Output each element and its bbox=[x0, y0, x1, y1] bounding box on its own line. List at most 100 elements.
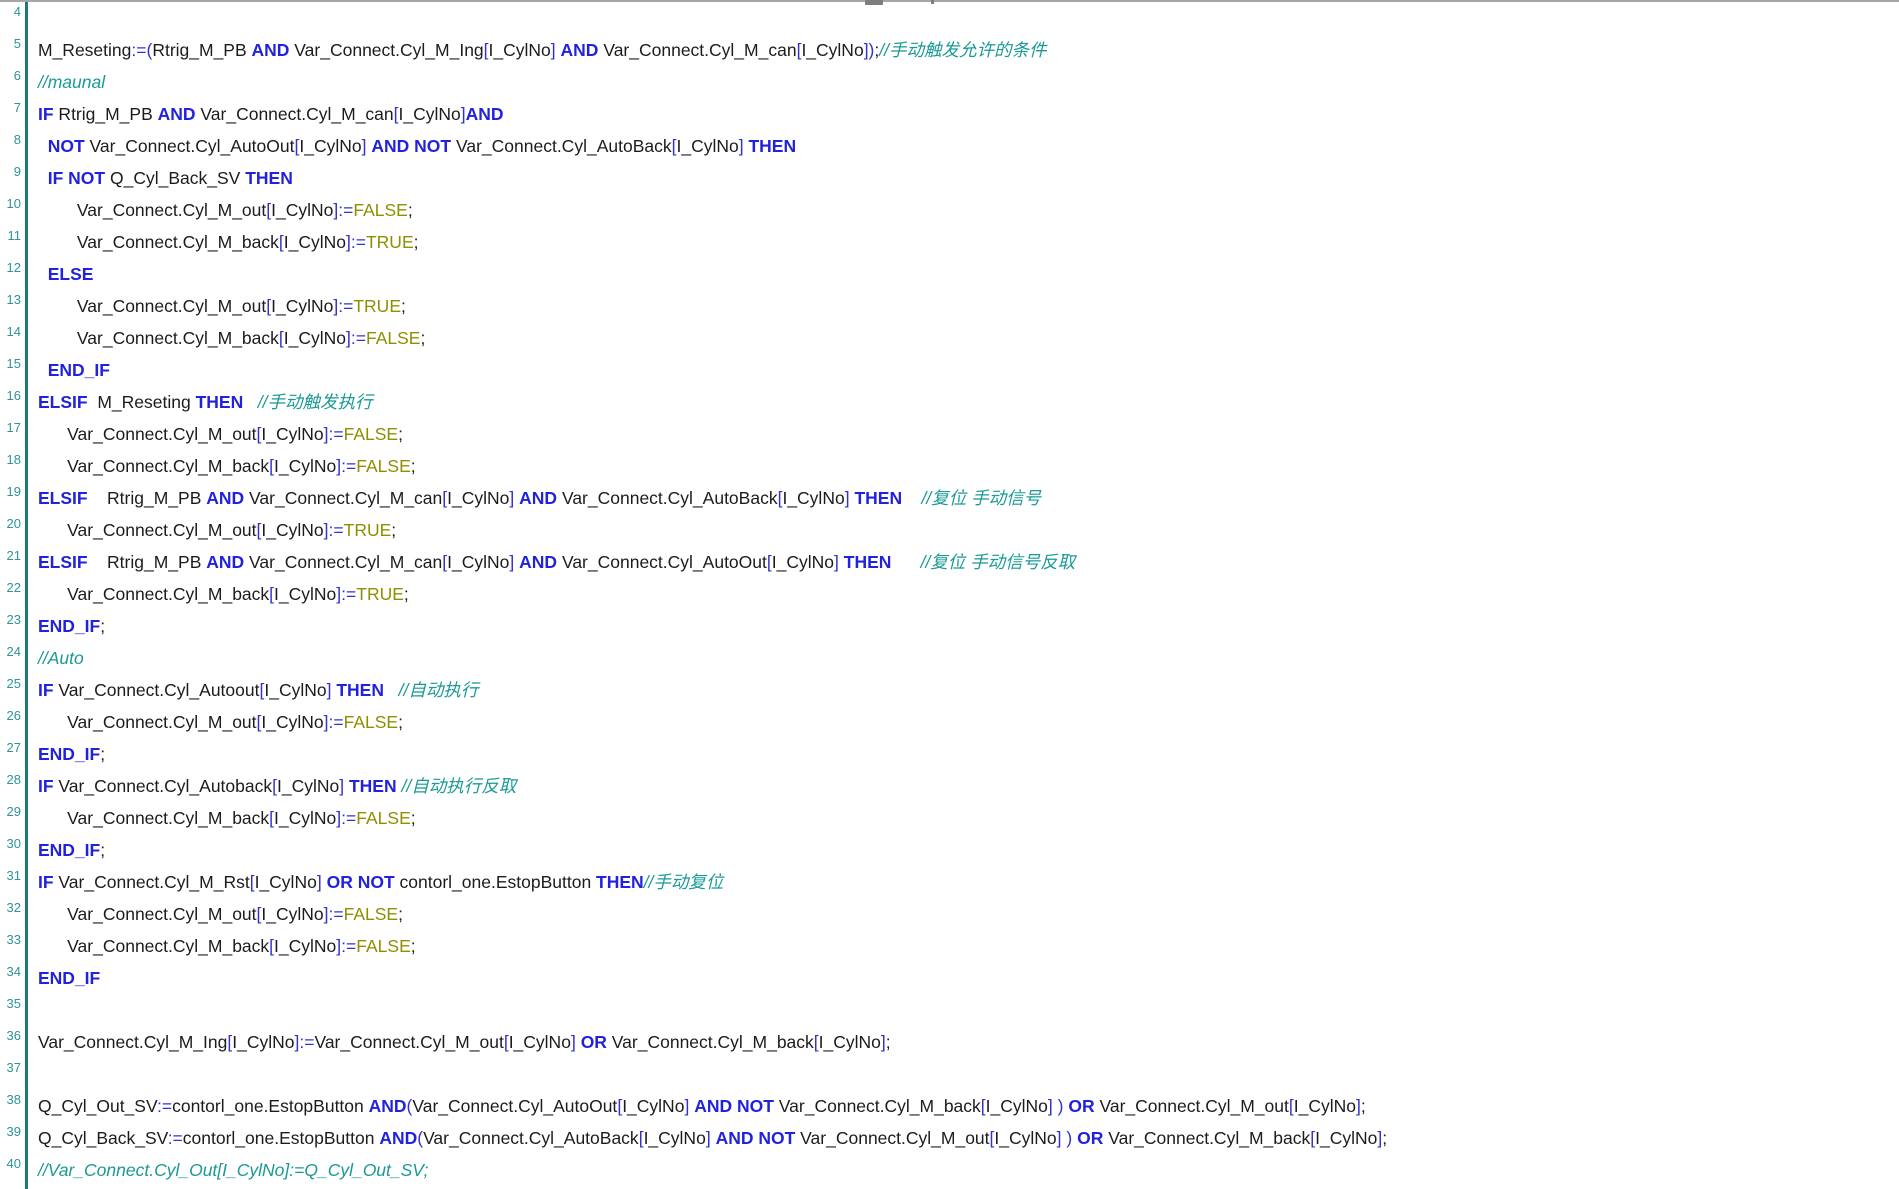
code-text: IF Var_Connect.Cyl_Autoout[I_CylNo] THEN… bbox=[38, 674, 1899, 706]
code-line-27[interactable]: 27END_IF; bbox=[0, 738, 1899, 770]
code-text: Var_Connect.Cyl_M_back[I_CylNo]:=FALSE; bbox=[38, 322, 1899, 354]
token-keyword: ELSIF bbox=[38, 552, 88, 572]
code-line-31[interactable]: 31IF Var_Connect.Cyl_M_Rst[I_CylNo] OR N… bbox=[0, 866, 1899, 898]
token-plain: M_Reseting bbox=[38, 40, 131, 60]
code-text: Q_Cyl_Back_SV:=contorl_one.EstopButton A… bbox=[38, 1122, 1899, 1154]
code-line-19[interactable]: 19ELSIF Rtrig_M_PB AND Var_Connect.Cyl_M… bbox=[0, 482, 1899, 514]
code-line-13[interactable]: 13 Var_Connect.Cyl_M_out[I_CylNo]:=TRUE; bbox=[0, 290, 1899, 322]
token-operator: := bbox=[341, 584, 356, 604]
line-number: 8 bbox=[0, 132, 21, 147]
token-plain: ; bbox=[398, 712, 403, 732]
token-operator: := bbox=[329, 520, 344, 540]
line-number: 21 bbox=[0, 548, 21, 563]
line-number: 11 bbox=[0, 228, 21, 243]
line-number: 27 bbox=[0, 740, 21, 755]
code-line-38[interactable]: 38Q_Cyl_Out_SV:=contorl_one.EstopButton … bbox=[0, 1090, 1899, 1122]
token-keyword: OR bbox=[1068, 1096, 1094, 1116]
token-plain: Var_Connect.Cyl_M_Rst bbox=[54, 872, 250, 892]
token-plain: I_CylNo bbox=[509, 1032, 571, 1052]
token-keyword: AND bbox=[371, 136, 409, 156]
token-plain: I_CylNo bbox=[801, 40, 863, 60]
token-plain: I_CylNo bbox=[299, 136, 361, 156]
code-line-15[interactable]: 15 END_IF bbox=[0, 354, 1899, 386]
token-plain: Var_Connect.Cyl_M_out bbox=[38, 520, 257, 540]
code-line-40[interactable]: 40 //Var_Connect.Cyl_Out[I_CylNo]:=Q_Cyl_… bbox=[0, 1154, 1899, 1186]
token-plain: Var_Connect.Cyl_M_back bbox=[38, 456, 269, 476]
line-number: 26 bbox=[0, 708, 21, 723]
line-number: 22 bbox=[0, 580, 21, 595]
code-line-23[interactable]: 23END_IF; bbox=[0, 610, 1899, 642]
token-plain: ; bbox=[401, 296, 406, 316]
st-code-editor: 4 5M_Reseting:=(Rtrig_M_PB AND Var_Connec… bbox=[0, 0, 1899, 1189]
token-plain: Q_Cyl_Out_SV bbox=[38, 1096, 157, 1116]
code-line-35[interactable]: 35 bbox=[0, 994, 1899, 1026]
code-line-22[interactable]: 22 Var_Connect.Cyl_M_back[I_CylNo]:=TRUE… bbox=[0, 578, 1899, 610]
code-line-4[interactable]: 4 bbox=[0, 2, 1899, 34]
code-text: Var_Connect.Cyl_M_out[I_CylNo]:=FALSE; bbox=[38, 706, 1899, 738]
token-plain: I_CylNo bbox=[284, 328, 346, 348]
token-plain: Rtrig_M_PB bbox=[152, 40, 251, 60]
token-bool-literal: FALSE bbox=[366, 328, 420, 348]
code-text: Var_Connect.Cyl_M_back[I_CylNo]:=TRUE; bbox=[38, 578, 1899, 610]
token-plain: ; bbox=[411, 936, 416, 956]
token-operator: := bbox=[341, 808, 356, 828]
line-number: 40 bbox=[0, 1156, 21, 1171]
code-line-16[interactable]: 16ELSIF M_Reseting THEN //手动触发执行 bbox=[0, 386, 1899, 418]
code-line-11[interactable]: 11 Var_Connect.Cyl_M_back[I_CylNo]:=TRUE… bbox=[0, 226, 1899, 258]
token-operator: := bbox=[168, 1128, 183, 1148]
code-line-5[interactable]: 5M_Reseting:=(Rtrig_M_PB AND Var_Connect… bbox=[0, 34, 1899, 66]
token-keyword: IF bbox=[48, 168, 64, 188]
code-line-12[interactable]: 12 ELSE bbox=[0, 258, 1899, 290]
token-keyword: OR bbox=[327, 872, 353, 892]
code-text: NOT Var_Connect.Cyl_AutoOut[I_CylNo] AND… bbox=[38, 130, 1899, 162]
code-line-33[interactable]: 33 Var_Connect.Cyl_M_back[I_CylNo]:=FALS… bbox=[0, 930, 1899, 962]
line-number: 4 bbox=[0, 4, 21, 19]
code-text: Q_Cyl_Out_SV:=contorl_one.EstopButton AN… bbox=[38, 1090, 1899, 1122]
token-operator: ]) bbox=[864, 40, 875, 60]
line-number: 39 bbox=[0, 1124, 21, 1139]
token-bool-literal: FALSE bbox=[353, 200, 407, 220]
token-plain: Var_Connect.Cyl_M_back bbox=[1103, 1128, 1310, 1148]
code-line-7[interactable]: 7IF Rtrig_M_PB AND Var_Connect.Cyl_M_can… bbox=[0, 98, 1899, 130]
code-text: Var_Connect.Cyl_M_out[I_CylNo]:=FALSE; bbox=[38, 898, 1899, 930]
token-plain: I_CylNo bbox=[261, 712, 323, 732]
code-line-24[interactable]: 24//Auto bbox=[0, 642, 1899, 674]
token-comment: //Var_Connect.Cyl_Out[I_CylNo]:=Q_Cyl_Ou… bbox=[38, 1160, 429, 1180]
line-number: 17 bbox=[0, 420, 21, 435]
token-keyword: ELSIF bbox=[38, 392, 88, 412]
token-plain: Var_Connect.Cyl_AutoOut bbox=[85, 136, 295, 156]
code-line-34[interactable]: 34END_IF bbox=[0, 962, 1899, 994]
token-plain: I_CylNo bbox=[772, 552, 834, 572]
code-line-32[interactable]: 32 Var_Connect.Cyl_M_out[I_CylNo]:=FALSE… bbox=[0, 898, 1899, 930]
code-line-39[interactable]: 39 Q_Cyl_Back_SV:=contorl_one.EstopButton… bbox=[0, 1122, 1899, 1154]
token-keyword: THEN bbox=[854, 488, 902, 508]
token-keyword: NOT bbox=[48, 136, 85, 156]
token-comment: //自动执行 bbox=[399, 680, 479, 700]
code-line-30[interactable]: 30END_IF; bbox=[0, 834, 1899, 866]
code-line-20[interactable]: 20 Var_Connect.Cyl_M_out[I_CylNo]:=TRUE; bbox=[0, 514, 1899, 546]
code-line-10[interactable]: 10 Var_Connect.Cyl_M_out[I_CylNo]:=FALSE… bbox=[0, 194, 1899, 226]
code-line-36[interactable]: 36Var_Connect.Cyl_M_Ing[I_CylNo]:=Var_Co… bbox=[0, 1026, 1899, 1058]
token-plain: I_CylNo bbox=[1294, 1096, 1356, 1116]
code-line-21[interactable]: 21ELSIF Rtrig_M_PB AND Var_Connect.Cyl_M… bbox=[0, 546, 1899, 578]
token-keyword: AND bbox=[206, 488, 244, 508]
code-line-37[interactable]: 37 bbox=[0, 1058, 1899, 1090]
code-line-29[interactable]: 29 Var_Connect.Cyl_M_back[I_CylNo]:=FALS… bbox=[0, 802, 1899, 834]
code-line-9[interactable]: 9 IF NOT Q_Cyl_Back_SV THEN bbox=[0, 162, 1899, 194]
token-keyword: ELSE bbox=[48, 264, 94, 284]
token-plain: I_CylNo bbox=[782, 488, 844, 508]
code-line-6[interactable]: 6//maunal bbox=[0, 66, 1899, 98]
token-bool-literal: TRUE bbox=[344, 520, 392, 540]
code-line-26[interactable]: 26 Var_Connect.Cyl_M_out[I_CylNo]:=FALSE… bbox=[0, 706, 1899, 738]
token-bool-literal: FALSE bbox=[356, 456, 410, 476]
token-plain: I_CylNo bbox=[261, 520, 323, 540]
code-line-17[interactable]: 17 Var_Connect.Cyl_M_out[I_CylNo]:=FALSE… bbox=[0, 418, 1899, 450]
token-plain: Var_Connect.Cyl_M_Ing bbox=[289, 40, 483, 60]
token-keyword: THEN bbox=[844, 552, 892, 572]
code-line-18[interactable]: 18 Var_Connect.Cyl_M_back[I_CylNo]:=FALS… bbox=[0, 450, 1899, 482]
token-plain: I_CylNo bbox=[261, 424, 323, 444]
code-line-8[interactable]: 8 NOT Var_Connect.Cyl_AutoOut[I_CylNo] A… bbox=[0, 130, 1899, 162]
code-line-25[interactable]: 25IF Var_Connect.Cyl_Autoout[I_CylNo] TH… bbox=[0, 674, 1899, 706]
code-line-28[interactable]: 28IF Var_Connect.Cyl_Autoback[I_CylNo] T… bbox=[0, 770, 1899, 802]
code-line-14[interactable]: 14 Var_Connect.Cyl_M_back[I_CylNo]:=FALS… bbox=[0, 322, 1899, 354]
